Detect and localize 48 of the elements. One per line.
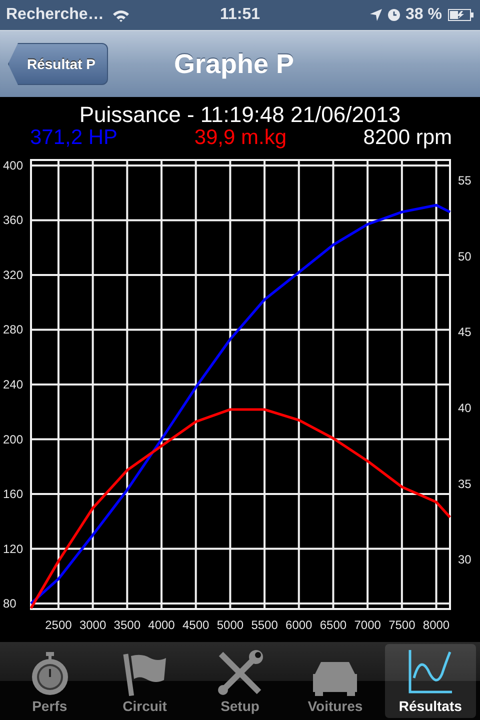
- y-tick-label: 200: [3, 432, 24, 446]
- right-tick-label: 55: [458, 173, 472, 188]
- graph-icon: [406, 648, 454, 696]
- crossed-tools-icon: [217, 650, 263, 696]
- y-tick-label: 80: [3, 596, 16, 611]
- x-tick-label: 2500: [45, 618, 72, 632]
- clock-time: 11:51: [218, 6, 262, 24]
- y-tick-label: 320: [3, 268, 24, 282]
- x-tick-label: 5000: [216, 618, 244, 632]
- x-tick-label: 5500: [251, 618, 278, 632]
- alarm-clock-icon: [388, 9, 400, 21]
- carrier-text: Recherche…: [6, 6, 104, 24]
- reading-value: 371,2 HP: [30, 127, 118, 149]
- reading-value: 8200 rpm: [363, 127, 452, 149]
- screen-title: Graphe P: [174, 48, 294, 80]
- wifi-icon: [112, 8, 130, 22]
- x-tick-label: 3500: [114, 618, 141, 632]
- battery-charging-icon: [448, 9, 474, 21]
- x-tick-label: 6000: [286, 618, 312, 632]
- x-tick-label: 8000: [422, 618, 450, 632]
- y-tick-label: 280: [3, 322, 24, 337]
- y-tick-label: 400: [3, 158, 24, 172]
- x-tick-label: 7000: [354, 618, 381, 632]
- chart-title: Puissance - 11:19:48 21/06/2013: [78, 103, 402, 127]
- y-tick-label: 120: [3, 542, 24, 556]
- x-tick-label: 4500: [182, 618, 210, 632]
- x-tick-label: 7500: [388, 618, 416, 632]
- right-tick-label: 30: [458, 552, 472, 567]
- x-tick-label: 3000: [79, 618, 106, 632]
- tab-item[interactable]: Résultats: [384, 644, 476, 718]
- y-tick-label: 360: [3, 213, 24, 228]
- right-tick-label: 45: [458, 325, 472, 340]
- battery-percent: 38 %: [406, 6, 442, 24]
- x-tick-label: 6500: [320, 618, 347, 632]
- y-tick-label: 240: [3, 378, 24, 392]
- tab-item[interactable]: Perfs: [4, 644, 96, 718]
- flag-icon: [122, 652, 168, 696]
- right-tick-label: 50: [458, 249, 472, 264]
- right-tick-label: 35: [458, 476, 472, 491]
- y-tick-label: 160: [3, 487, 24, 501]
- tab-item[interactable]: Voitures: [290, 644, 381, 718]
- location-arrow-icon: [370, 9, 382, 21]
- x-tick-label: 4000: [148, 618, 175, 632]
- right-tick-label: 40: [458, 401, 472, 415]
- tab-item[interactable]: Setup: [194, 644, 286, 718]
- tab-item[interactable]: Circuit: [99, 644, 190, 718]
- reading-value: 39,9 m.kg: [194, 127, 287, 149]
- back-button[interactable]: Résultat P: [8, 43, 108, 85]
